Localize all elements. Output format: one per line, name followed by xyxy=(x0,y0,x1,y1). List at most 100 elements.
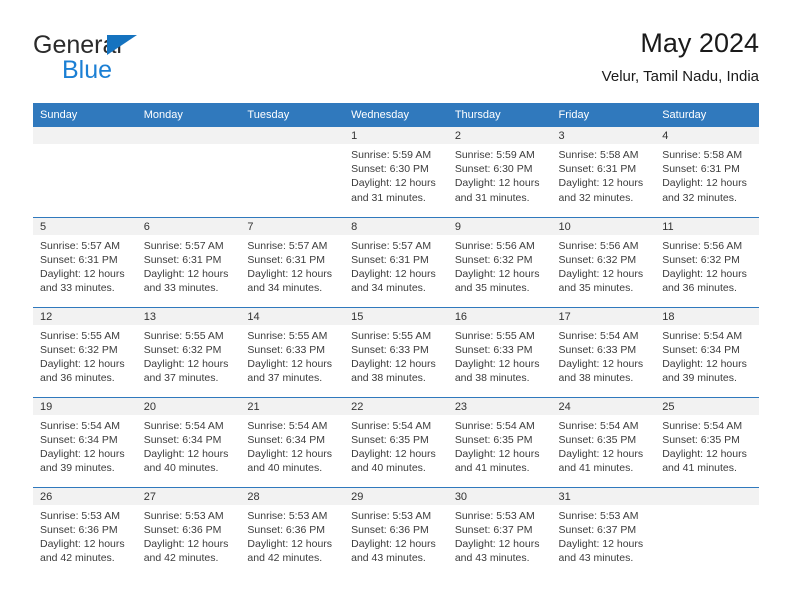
day-detail-line: Sunset: 6:36 PM xyxy=(247,523,326,536)
day-number xyxy=(136,127,241,144)
calendar-day-cell[interactable]: 13 Sunrise: 5:55 AM Sunset: 6:32 PM Dayligh… xyxy=(136,306,241,397)
day-cell-content: 27 Sunrise: 5:53 AM Sunset: 6:36 PM Dayligh… xyxy=(136,487,241,577)
calendar-day-cell[interactable]: 25 Sunrise: 5:54 AM Sunset: 6:35 PM Dayligh… xyxy=(655,396,759,487)
calendar-day-cell[interactable]: 22 Sunrise: 5:54 AM Sunset: 6:35 PM Dayligh… xyxy=(344,396,448,487)
day-detail-line: and 31 minutes. xyxy=(351,191,426,204)
day-number: 29 xyxy=(344,487,448,505)
day-detail-line: and 42 minutes. xyxy=(247,552,323,565)
day-detail-line: Sunrise: 5:53 AM xyxy=(247,509,328,522)
day-detail-line: and 41 minutes. xyxy=(454,462,530,475)
calendar-day-cell[interactable]: 24 Sunrise: 5:54 AM Sunset: 6:35 PM Dayligh… xyxy=(551,396,656,487)
day-details: Sunrise: 5:53 AM Sunset: 6:37 PM Daylight:… xyxy=(552,505,656,566)
day-cell-content: 19 Sunrise: 5:54 AM Sunset: 6:34 PM Dayligh… xyxy=(33,397,137,487)
day-detail-line: and 35 minutes. xyxy=(454,282,530,295)
day-number: 22 xyxy=(344,397,448,415)
calendar-day-cell[interactable]: 4 Sunrise: 5:58 AM Sunset: 6:31 PM Daylight… xyxy=(655,127,759,217)
day-detail-line: Daylight: 12 hours xyxy=(351,267,436,280)
day-detail-line: Daylight: 12 hours xyxy=(247,537,333,550)
calendar-day-cell[interactable]: 12 Sunrise: 5:55 AM Sunset: 6:32 PM Dayligh… xyxy=(33,306,137,397)
day-details: Sunrise: 5:54 AM Sunset: 6:35 PM Daylight:… xyxy=(655,415,759,476)
calendar-day-cell[interactable]: 29 Sunrise: 5:53 AM Sunset: 6:36 PM Dayligh… xyxy=(344,486,448,577)
day-detail-line: Sunset: 6:33 PM xyxy=(454,343,533,356)
calendar-day-cell[interactable]: 31 Sunrise: 5:53 AM Sunset: 6:37 PM Dayligh… xyxy=(551,486,656,577)
day-detail-line: Daylight: 12 hours xyxy=(662,267,747,280)
day-detail-line: Sunset: 6:36 PM xyxy=(351,523,429,536)
day-detail-line: Sunrise: 5:59 AM xyxy=(351,149,432,161)
day-detail-line: and 39 minutes. xyxy=(662,372,737,385)
day-detail-line: Daylight: 12 hours xyxy=(351,447,436,460)
day-detail-line: Daylight: 12 hours xyxy=(247,267,333,280)
calendar-day-cell[interactable]: 9 Sunrise: 5:56 AM Sunset: 6:32 PM Daylight… xyxy=(447,216,552,307)
day-detail-line: Daylight: 12 hours xyxy=(662,447,747,460)
day-detail-line: Daylight: 12 hours xyxy=(40,267,125,280)
day-detail-line: Daylight: 12 hours xyxy=(351,177,436,190)
day-detail-line: and 40 minutes. xyxy=(351,462,426,475)
calendar-day-cell[interactable]: 30 Sunrise: 5:53 AM Sunset: 6:37 PM Dayligh… xyxy=(447,486,552,577)
calendar-day-cell[interactable]: 26 Sunrise: 5:53 AM Sunset: 6:36 PM Dayligh… xyxy=(33,486,137,577)
day-detail-line: and 38 minutes. xyxy=(558,372,634,385)
day-detail-line: and 43 minutes. xyxy=(351,552,426,565)
day-detail-line: Sunrise: 5:58 AM xyxy=(662,149,743,161)
generalblue-logo[interactable]: General Blue xyxy=(33,32,253,88)
logo-triangle-icon xyxy=(107,35,137,55)
day-number: 19 xyxy=(33,397,137,415)
calendar-day-cell[interactable]: 27 Sunrise: 5:53 AM Sunset: 6:36 PM Dayligh… xyxy=(136,486,241,577)
calendar-day-cell[interactable]: 8 Sunrise: 5:57 AM Sunset: 6:31 PM Daylight… xyxy=(344,216,448,307)
day-number: 15 xyxy=(344,307,448,325)
calendar-day-cell[interactable]: 21 Sunrise: 5:54 AM Sunset: 6:34 PM Dayligh… xyxy=(240,396,345,487)
calendar-day-cell[interactable]: 11 Sunrise: 5:56 AM Sunset: 6:32 PM Dayligh… xyxy=(655,216,759,307)
calendar-day-cell[interactable]: 7 Sunrise: 5:57 AM Sunset: 6:31 PM Daylight… xyxy=(240,216,345,307)
weekday-header-monday: Monday xyxy=(136,103,241,127)
calendar-day-cell[interactable]: 2 Sunrise: 5:59 AM Sunset: 6:30 PM Daylight… xyxy=(447,127,552,217)
calendar-day-cell[interactable]: 16 Sunrise: 5:55 AM Sunset: 6:33 PM Dayligh… xyxy=(447,306,552,397)
calendar-day-cell[interactable]: 6 Sunrise: 5:57 AM Sunset: 6:31 PM Daylight… xyxy=(136,216,241,307)
day-detail-line: Daylight: 12 hours xyxy=(351,357,436,370)
day-cell-content: 29 Sunrise: 5:53 AM Sunset: 6:36 PM Dayligh… xyxy=(344,487,448,577)
calendar-day-cell[interactable]: 1 Sunrise: 5:59 AM Sunset: 6:30 PM Daylight… xyxy=(344,127,448,217)
day-detail-line: Sunset: 6:31 PM xyxy=(351,253,429,266)
day-detail-line: Sunrise: 5:59 AM xyxy=(454,149,535,161)
day-number: 10 xyxy=(551,217,656,235)
day-details: Sunrise: 5:55 AM Sunset: 6:33 PM Daylight:… xyxy=(448,325,552,386)
day-detail-line: and 36 minutes. xyxy=(40,372,115,385)
day-cell-content: 20 Sunrise: 5:54 AM Sunset: 6:34 PM Dayligh… xyxy=(136,397,241,487)
calendar-day-cell[interactable]: 3 Sunrise: 5:58 AM Sunset: 6:31 PM Daylight… xyxy=(551,127,656,217)
day-detail-line: Daylight: 12 hours xyxy=(558,447,644,460)
day-detail-line: Daylight: 12 hours xyxy=(247,357,333,370)
day-number: 1 xyxy=(344,127,448,144)
day-detail-line: Sunset: 6:37 PM xyxy=(558,523,637,536)
calendar-day-cell[interactable]: 19 Sunrise: 5:54 AM Sunset: 6:34 PM Dayligh… xyxy=(33,396,137,487)
day-detail-line: Sunset: 6:33 PM xyxy=(351,343,429,356)
day-details xyxy=(137,144,241,148)
day-detail-line: Sunrise: 5:53 AM xyxy=(558,509,639,522)
day-cell-content xyxy=(240,127,345,216)
calendar-day-cell[interactable]: 23 Sunrise: 5:54 AM Sunset: 6:35 PM Dayligh… xyxy=(447,396,552,487)
calendar-day-cell[interactable]: 15 Sunrise: 5:55 AM Sunset: 6:33 PM Dayligh… xyxy=(344,306,448,397)
day-cell-content: 7 Sunrise: 5:57 AM Sunset: 6:31 PM Daylight… xyxy=(240,217,345,307)
day-number: 13 xyxy=(136,307,241,325)
day-cell-content: 28 Sunrise: 5:53 AM Sunset: 6:36 PM Dayligh… xyxy=(240,487,345,577)
logo-top-row: General xyxy=(33,32,253,58)
day-details: Sunrise: 5:55 AM Sunset: 6:32 PM Daylight:… xyxy=(137,325,241,386)
day-cell-content: 17 Sunrise: 5:54 AM Sunset: 6:33 PM Dayligh… xyxy=(551,307,656,397)
calendar-day-cell[interactable]: 18 Sunrise: 5:54 AM Sunset: 6:34 PM Dayligh… xyxy=(655,306,759,397)
day-detail-line: Sunrise: 5:53 AM xyxy=(454,509,535,522)
calendar-day-cell[interactable]: 28 Sunrise: 5:53 AM Sunset: 6:36 PM Dayligh… xyxy=(240,486,345,577)
calendar-day-cell[interactable]: 17 Sunrise: 5:54 AM Sunset: 6:33 PM Dayligh… xyxy=(551,306,656,397)
calendar-day-cell[interactable]: 14 Sunrise: 5:55 AM Sunset: 6:33 PM Dayligh… xyxy=(240,306,345,397)
calendar-day-cell[interactable]: 5 Sunrise: 5:57 AM Sunset: 6:31 PM Daylight… xyxy=(33,216,137,307)
day-details xyxy=(240,144,344,148)
calendar-day-cell[interactable]: 20 Sunrise: 5:54 AM Sunset: 6:34 PM Dayligh… xyxy=(136,396,241,487)
logo-text-blue: Blue xyxy=(62,56,113,84)
day-number: 12 xyxy=(33,307,137,325)
day-detail-line: Sunrise: 5:56 AM xyxy=(558,239,639,252)
day-detail-line: Sunrise: 5:55 AM xyxy=(247,329,328,342)
day-detail-line: Sunset: 6:35 PM xyxy=(558,433,637,446)
day-number: 9 xyxy=(447,217,552,235)
calendar-page: General Blue May 2024 Velur, Tamil Nadu,… xyxy=(0,0,792,612)
calendar-day-cell[interactable]: 10 Sunrise: 5:56 AM Sunset: 6:32 PM Dayligh… xyxy=(551,216,656,307)
day-detail-line: and 38 minutes. xyxy=(454,372,530,385)
title-block: May 2024 Velur, Tamil Nadu, India xyxy=(602,26,759,88)
day-cell-content: 3 Sunrise: 5:58 AM Sunset: 6:31 PM Daylight… xyxy=(551,127,656,216)
day-detail-line: Sunset: 6:33 PM xyxy=(247,343,326,356)
